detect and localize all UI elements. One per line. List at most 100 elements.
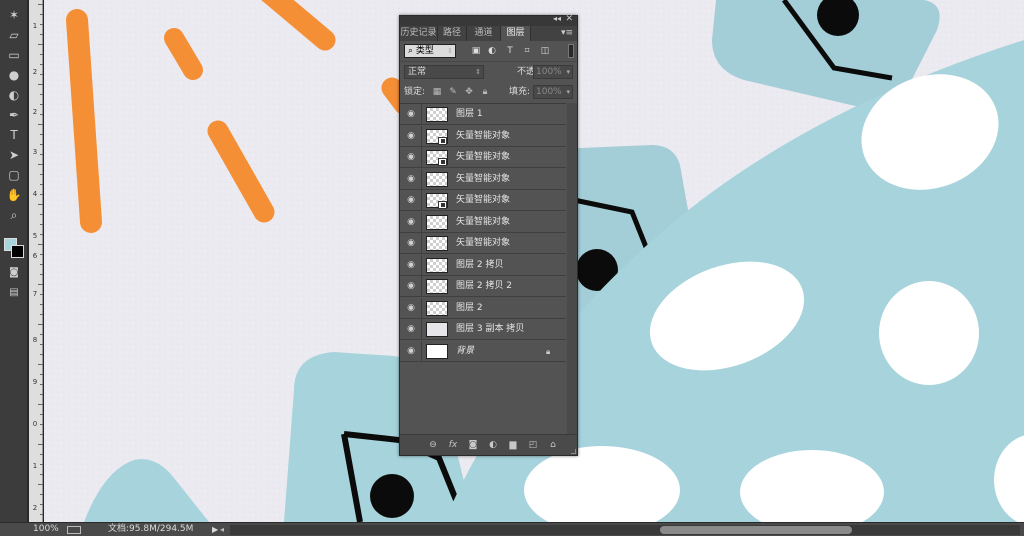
scrollbar-thumb[interactable] bbox=[660, 526, 852, 534]
layer-thumbnail[interactable] bbox=[426, 236, 448, 251]
mask-icon[interactable]: ◙ bbox=[466, 439, 480, 451]
layer-row[interactable]: ◉ 矢量智能对象 bbox=[400, 147, 566, 168]
layer-name[interactable]: 图层 2 拷贝 bbox=[456, 255, 503, 276]
fill-input[interactable]: 100% ▾ bbox=[533, 85, 573, 99]
layer-row[interactable]: ◉ 矢量智能对象 bbox=[400, 211, 566, 233]
blur-drop-icon[interactable]: ● bbox=[4, 66, 24, 84]
status-menu-arrow-icon[interactable]: ▶ bbox=[212, 523, 218, 536]
adjustment-icon[interactable]: ◐ bbox=[486, 439, 500, 451]
quick-mask-icon[interactable]: ◙ bbox=[4, 264, 24, 282]
layer-row[interactable]: ◉ 背景 🔒︎ bbox=[400, 340, 566, 362]
visibility-eye-icon[interactable]: ◉ bbox=[405, 281, 417, 292]
proof-icon[interactable] bbox=[67, 526, 81, 534]
eraser-icon[interactable]: ▱ bbox=[4, 26, 24, 44]
zoom-icon[interactable]: ⌕ bbox=[4, 206, 24, 224]
tab-channels[interactable]: 通道 bbox=[467, 26, 501, 41]
horizontal-scrollbar[interactable] bbox=[230, 525, 1020, 535]
background-color-swatch[interactable] bbox=[11, 245, 24, 258]
new-layer-icon[interactable]: ◰ bbox=[526, 439, 540, 451]
close-icon[interactable]: ✕ bbox=[565, 14, 573, 24]
layer-row[interactable]: ◉ 矢量智能对象 bbox=[400, 190, 566, 211]
filter-type-icon[interactable]: T bbox=[504, 45, 516, 57]
zoom-level[interactable]: 100% bbox=[33, 523, 59, 536]
layer-row[interactable]: ◉ 图层 3 副本 拷贝 bbox=[400, 319, 566, 340]
layer-thumbnail[interactable] bbox=[426, 171, 448, 187]
tab-paths[interactable]: 路径 bbox=[438, 26, 467, 41]
layer-thumbnail[interactable] bbox=[426, 279, 448, 294]
screen-mode-icon[interactable]: ▤ bbox=[4, 284, 24, 302]
magic-wand-icon[interactable]: ✶ bbox=[4, 6, 24, 24]
layer-row[interactable]: ◉ 矢量智能对象 bbox=[400, 233, 566, 254]
layer-row[interactable]: ◉ 矢量智能对象 bbox=[400, 168, 566, 190]
tab-history[interactable]: 历史记录 bbox=[400, 26, 438, 41]
path-select-icon[interactable]: ➤ bbox=[4, 146, 24, 164]
shape-icon[interactable]: ▢ bbox=[4, 166, 24, 184]
layer-row[interactable]: ◉ 图层 2 bbox=[400, 297, 566, 319]
link-icon[interactable]: ⊖ bbox=[426, 439, 440, 451]
panel-titlebar[interactable]: ◂◂ ✕ bbox=[400, 14, 577, 26]
layer-thumbnail[interactable] bbox=[426, 322, 448, 337]
layers-scrollbar[interactable] bbox=[567, 103, 577, 435]
rectangle-icon[interactable]: ▭ bbox=[4, 46, 24, 64]
visibility-eye-icon[interactable]: ◉ bbox=[405, 217, 417, 228]
layer-thumbnail[interactable] bbox=[426, 343, 448, 359]
layer-name[interactable]: 图层 2 bbox=[456, 298, 483, 319]
visibility-eye-icon[interactable]: ◉ bbox=[405, 195, 417, 206]
layer-name[interactable]: 图层 3 副本 拷贝 bbox=[456, 319, 524, 340]
layer-name[interactable]: 背景 bbox=[456, 341, 474, 362]
layer-row[interactable]: ◉ 图层 1 bbox=[400, 104, 566, 125]
folder-icon[interactable]: ▆ bbox=[506, 439, 520, 451]
dodge-icon[interactable]: ◐ bbox=[4, 86, 24, 104]
fx-icon[interactable]: fx bbox=[446, 439, 460, 451]
layer-thumbnail[interactable] bbox=[426, 300, 448, 316]
visibility-eye-icon[interactable]: ◉ bbox=[405, 260, 417, 271]
hand-icon[interactable]: ✋ bbox=[4, 186, 24, 204]
layer-row[interactable]: ◉ 图层 2 拷贝 bbox=[400, 254, 566, 276]
layer-name[interactable]: 图层 1 bbox=[456, 104, 483, 125]
filter-smart-object-icon[interactable]: ◫ bbox=[539, 45, 551, 57]
scroll-left-icon[interactable]: ◂ bbox=[220, 523, 224, 536]
layer-name[interactable]: 矢量智能对象 bbox=[456, 126, 510, 147]
blend-mode-select[interactable]: 正常 ⇕ bbox=[404, 65, 484, 79]
lock-brush-icon[interactable]: ✎ bbox=[448, 87, 458, 97]
visibility-eye-icon[interactable]: ◉ bbox=[405, 174, 417, 185]
layer-name[interactable]: 矢量智能对象 bbox=[456, 169, 510, 190]
layer-thumbnail[interactable] bbox=[426, 257, 448, 273]
layer-name[interactable]: 矢量智能对象 bbox=[456, 147, 510, 168]
lock-move-icon[interactable]: ✥ bbox=[464, 87, 474, 97]
layer-name[interactable]: 矢量智能对象 bbox=[456, 190, 510, 211]
layer-name[interactable]: 图层 2 拷贝 2 bbox=[456, 276, 512, 297]
tab-layers[interactable]: 图层 bbox=[501, 26, 531, 41]
layer-divider bbox=[421, 233, 422, 254]
filter-shape-icon[interactable]: ⌗ bbox=[521, 45, 533, 57]
filter-adjustment-icon[interactable]: ◐ bbox=[486, 45, 498, 57]
filter-pixel-icon[interactable]: ▣ bbox=[470, 45, 482, 57]
opacity-input[interactable]: 100% ▾ bbox=[533, 65, 573, 79]
ruler-label: 9 bbox=[32, 378, 38, 386]
pen-icon[interactable]: ✒ bbox=[4, 106, 24, 124]
filter-kind-select[interactable]: ⌕ 类型 ⇕ bbox=[404, 44, 456, 58]
layer-row[interactable]: ◉ 图层 2 拷贝 2 bbox=[400, 276, 566, 297]
layer-thumbnail[interactable] bbox=[426, 107, 448, 122]
layer-name[interactable]: 矢量智能对象 bbox=[456, 212, 510, 233]
resize-handle[interactable] bbox=[571, 449, 576, 454]
vertical-ruler: 1 2 2 3 4 5 6 7 8 9 0 1 2 bbox=[29, 0, 43, 522]
visibility-eye-icon[interactable]: ◉ bbox=[405, 303, 417, 314]
visibility-eye-icon[interactable]: ◉ bbox=[405, 109, 417, 120]
trash-icon[interactable]: ⌂ bbox=[546, 439, 560, 451]
type-icon[interactable]: T bbox=[4, 126, 24, 144]
filter-toggle[interactable] bbox=[568, 44, 574, 58]
lock-transparent-icon[interactable]: ▦ bbox=[432, 87, 442, 97]
visibility-eye-icon[interactable]: ◉ bbox=[405, 131, 417, 142]
layer-thumbnail[interactable] bbox=[426, 214, 448, 230]
visibility-eye-icon[interactable]: ◉ bbox=[405, 324, 417, 335]
collapse-icon[interactable]: ◂◂ bbox=[553, 14, 561, 23]
layer-row[interactable]: ◉ 矢量智能对象 bbox=[400, 125, 566, 147]
document-size: 文档:95.8M/294.5M bbox=[108, 524, 194, 534]
visibility-eye-icon[interactable]: ◉ bbox=[405, 346, 417, 357]
panel-menu-icon[interactable]: ▾≡ bbox=[561, 26, 573, 41]
lock-all-icon[interactable]: 🔒︎ bbox=[480, 87, 490, 97]
visibility-eye-icon[interactable]: ◉ bbox=[405, 152, 417, 163]
visibility-eye-icon[interactable]: ◉ bbox=[405, 238, 417, 249]
layer-name[interactable]: 矢量智能对象 bbox=[456, 233, 510, 254]
